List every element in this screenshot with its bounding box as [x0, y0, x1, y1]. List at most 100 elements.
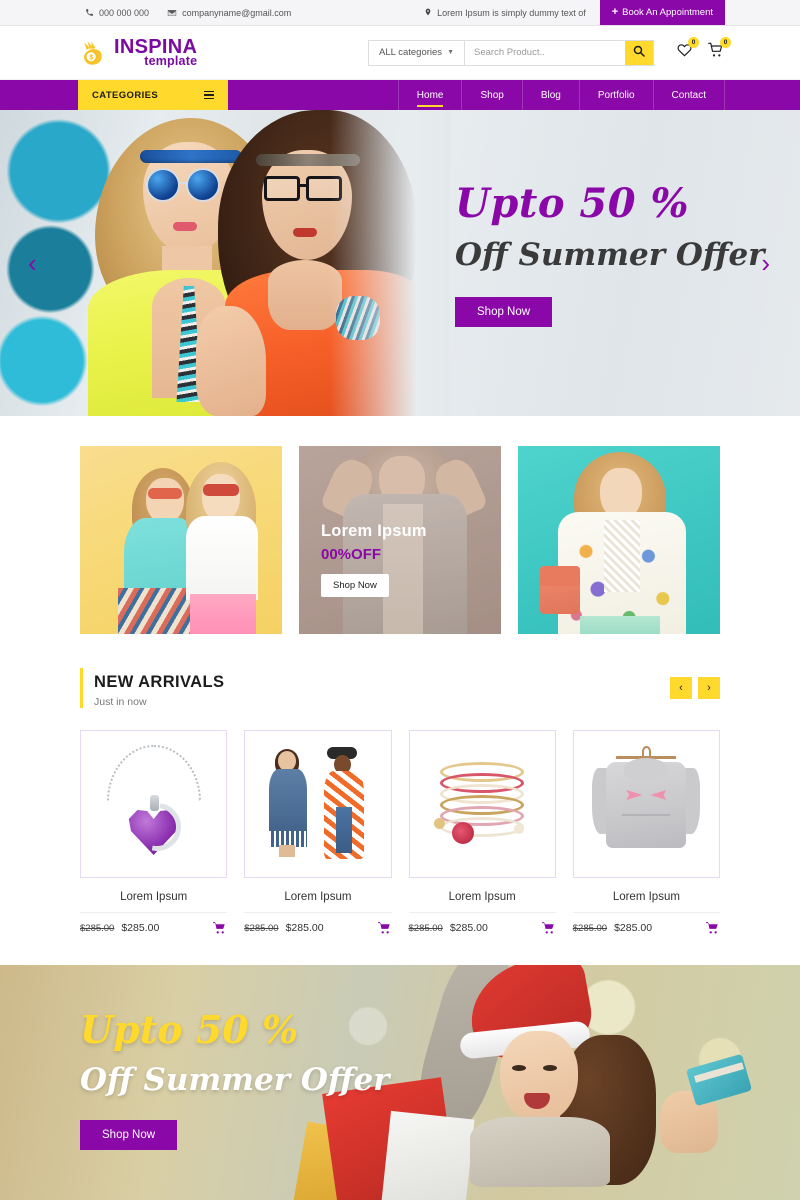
- nav-left-pad: [0, 80, 78, 110]
- dresses-art: [259, 743, 377, 865]
- product-old-price: $285.00: [244, 922, 279, 934]
- hero-copy: Upto 50 % Off Summer Offer Shop Now: [455, 184, 765, 327]
- phone-icon: [85, 8, 94, 17]
- hero-next-arrow[interactable]: ›: [761, 250, 770, 276]
- svg-text:$: $: [89, 54, 93, 61]
- site-header: $ INSPINA template ALL categories ▼ Sear…: [0, 26, 800, 80]
- phone-contact[interactable]: 000 000 000: [85, 8, 149, 18]
- mail-icon: [167, 8, 177, 18]
- promo-banner: Upto 50 % Off Summer Offer Shop Now: [0, 965, 800, 1200]
- promo-card-3[interactable]: [518, 446, 720, 634]
- header-icons: 0 0: [676, 37, 731, 63]
- product-old-price: $285.00: [408, 922, 443, 934]
- page-root: 000 000 000 companyname@gmail.com Lorem …: [0, 0, 800, 1200]
- nav-item-portfolio[interactable]: Portfolio: [578, 80, 653, 110]
- products-next-button[interactable]: ›: [698, 677, 720, 699]
- product-image[interactable]: [408, 730, 556, 878]
- wishlist-button[interactable]: 0: [676, 37, 699, 63]
- promo-card-2-title: Lorem Ipsum: [321, 522, 427, 540]
- nav-item-shop[interactable]: Shop: [461, 80, 521, 110]
- location-note: Lorem Ipsum is simply dummy text of: [424, 0, 600, 25]
- nav-item-home-label: Home: [416, 89, 444, 101]
- nav-item-blog-label: Blog: [540, 89, 561, 101]
- top-bar-contacts: 000 000 000 companyname@gmail.com: [0, 0, 291, 25]
- product-image[interactable]: [572, 730, 720, 878]
- product-old-price: $285.00: [572, 922, 608, 934]
- product-price: $285.00: [614, 922, 653, 934]
- promo-card-2-copy: Lorem Ipsum 00%OFF Shop Now: [321, 522, 427, 597]
- nav-item-contact-label: Contact: [671, 89, 706, 101]
- promo-banner-shop-now-button[interactable]: Shop Now: [80, 1120, 178, 1150]
- nav-right-pad: [725, 80, 800, 110]
- promo-banner-copy: Upto 50 % Off Summer Offer Shop Now: [80, 1011, 390, 1150]
- category-select-label: ALL categories: [379, 47, 443, 58]
- product-prices: $285.00 $285.00: [244, 913, 391, 935]
- product-card[interactable]: Lorem Ipsum $285.00 $285.00: [572, 730, 720, 935]
- product-name: Lorem Ipsum: [244, 878, 392, 913]
- product-image[interactable]: [244, 730, 392, 878]
- product-card[interactable]: Lorem Ipsum $285.00 $285.00: [244, 730, 392, 935]
- product-card[interactable]: Lorem Ipsum $285.00 $285.00: [408, 730, 556, 935]
- promo-banner-headline: Upto 50 %: [80, 1007, 299, 1052]
- cart-button[interactable]: 0: [707, 37, 731, 63]
- search-input[interactable]: [465, 40, 625, 65]
- promo-card-2-offer: 00%OFF: [321, 546, 382, 563]
- ok-hand-logo-icon: $: [78, 38, 108, 68]
- promo-card-2-shop-now-button[interactable]: Shop Now: [321, 574, 389, 597]
- category-select[interactable]: ALL categories ▼: [369, 40, 465, 65]
- wishlist-count-badge: 0: [688, 37, 699, 48]
- hero-prev-arrow[interactable]: ‹: [28, 250, 37, 276]
- product-prices: $285.00 $285.00: [573, 913, 720, 935]
- product-price: $285.00: [449, 922, 488, 934]
- email-address: companyname@gmail.com: [182, 7, 292, 18]
- promo-banner-subheadline: Off Summer Offer: [80, 1062, 390, 1098]
- nav-item-home[interactable]: Home: [397, 80, 462, 110]
- logo[interactable]: $ INSPINA template: [78, 37, 197, 68]
- section-subtitle: Just in now: [94, 696, 147, 708]
- book-appointment-button[interactable]: + Book An Appointment: [599, 0, 725, 25]
- phone-number: 000 000 000: [99, 7, 150, 18]
- hero-slider: Upto 50 % Off Summer Offer Shop Now ‹ ›: [0, 110, 800, 416]
- email-contact[interactable]: companyname@gmail.com: [167, 8, 291, 18]
- cart-icon: [707, 42, 725, 62]
- categories-button[interactable]: CATEGORIES: [78, 80, 228, 110]
- product-image[interactable]: [80, 730, 228, 878]
- search-icon: [633, 45, 645, 60]
- nav-item-contact[interactable]: Contact: [652, 80, 725, 110]
- new-arrivals-header: NEW ARRIVALS Just in now ‹ ›: [0, 634, 800, 708]
- location-pin-icon: [424, 7, 432, 19]
- search-button[interactable]: [625, 40, 653, 65]
- promo-card-2[interactable]: Lorem Ipsum 00%OFF Shop Now: [299, 446, 501, 634]
- add-to-cart-icon[interactable]: [212, 921, 227, 935]
- hero-photo: [0, 110, 450, 416]
- product-old-price: $285.00: [80, 922, 115, 934]
- search-bar: ALL categories ▼: [368, 39, 654, 66]
- section-titles: NEW ARRIVALS Just in now: [94, 673, 670, 708]
- chevron-down-icon: ▼: [447, 49, 454, 56]
- product-price: $285.00: [121, 922, 160, 934]
- product-name: Lorem Ipsum: [80, 878, 228, 913]
- hero-shop-now-button[interactable]: Shop Now: [455, 297, 553, 327]
- top-bar: 000 000 000 companyname@gmail.com Lorem …: [0, 0, 800, 26]
- nav-item-shop-label: Shop: [480, 89, 504, 101]
- hero-subheadline: Off Summer Offer: [455, 237, 765, 273]
- product-card[interactable]: Lorem Ipsum $285.00 $285.00: [80, 730, 228, 935]
- add-to-cart-icon[interactable]: [377, 921, 392, 935]
- product-price: $285.00: [285, 922, 324, 934]
- products-prev-button[interactable]: ‹: [670, 677, 692, 699]
- add-to-cart-icon[interactable]: [541, 921, 556, 935]
- promo-cards: Lorem Ipsum 00%OFF Shop Now: [0, 416, 800, 634]
- necklace-art: [95, 743, 213, 865]
- promo-card-1[interactable]: [80, 446, 282, 634]
- section-accent-bar: [80, 668, 83, 708]
- product-list: Lorem Ipsum $285.00 $285.00 Lorem Ipsum …: [0, 708, 800, 935]
- nav-gap: [228, 80, 398, 110]
- plus-icon: +: [611, 6, 619, 18]
- add-to-cart-icon[interactable]: [705, 921, 720, 935]
- logo-text: INSPINA template: [114, 37, 197, 68]
- product-prices: $285.00 $285.00: [80, 913, 227, 935]
- main-nav: CATEGORIES Home Shop Blog Portfolio Cont…: [0, 80, 800, 110]
- nav-item-blog[interactable]: Blog: [521, 80, 579, 110]
- book-appointment-label: Book An Appointment: [622, 7, 713, 18]
- nav-item-portfolio-label: Portfolio: [597, 89, 635, 101]
